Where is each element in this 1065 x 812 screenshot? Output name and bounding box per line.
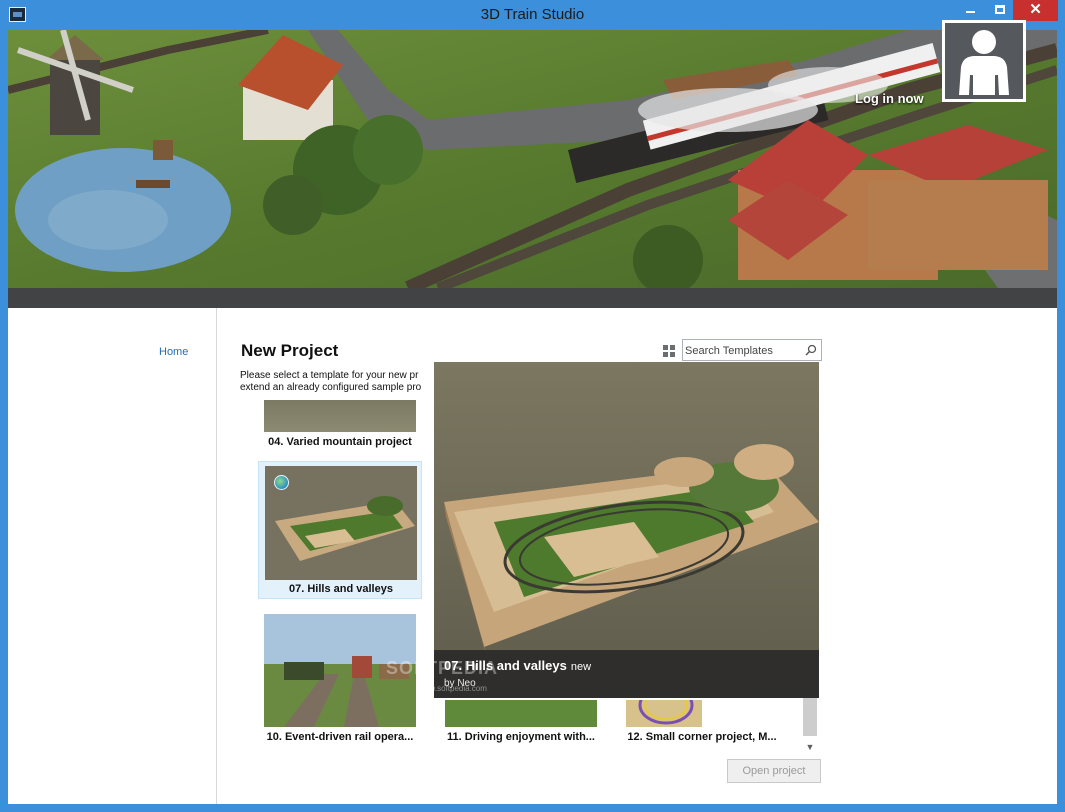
page-description: Please select a template for your new pr…	[240, 370, 440, 394]
template-label: 07. Hills and valleys	[289, 583, 393, 595]
template-label: 11. Driving enjoyment with...	[447, 731, 595, 743]
title-bar[interactable]: 3D Train Studio ✕	[0, 0, 1065, 30]
login-avatar-button[interactable]	[942, 20, 1026, 102]
search-icon[interactable]	[805, 344, 817, 356]
globe-icon	[274, 475, 289, 490]
template-thumbnail	[626, 700, 702, 727]
nav-home-link[interactable]: Home	[159, 346, 188, 358]
description-line-1: Please select a template for your new pr	[240, 370, 419, 381]
new-badge: new	[570, 661, 592, 673]
landscape-illustration	[8, 30, 1057, 288]
watermark: SOFTPEDIA	[386, 658, 499, 678]
user-icon	[959, 30, 1009, 95]
template-list-scrollbar[interactable]: ▼	[802, 698, 818, 758]
template-card-selected[interactable]: 07. Hills and valleys	[258, 461, 422, 599]
preview-image	[434, 362, 819, 698]
template-preview-popup: 07. Hills and valleys new by Neo	[434, 362, 819, 698]
main-content: Home New Project Please select a templat…	[8, 308, 1057, 804]
watermark-url: www.softpedia.com	[418, 684, 487, 693]
template-card[interactable]: 04. Varied mountain project	[258, 400, 422, 452]
template-card[interactable]: 10. Event-driven rail opera...	[258, 613, 422, 747]
close-icon: ✕	[1029, 1, 1042, 18]
login-link[interactable]: Log in now	[855, 91, 924, 106]
template-thumbnail	[264, 400, 416, 432]
close-button[interactable]: ✕	[1013, 0, 1058, 21]
app-window: 3D Train Studio ✕ Log in now Home New Pr…	[0, 0, 1065, 812]
description-line-2: extend an already configured sample pro	[240, 382, 422, 393]
maximize-button[interactable]	[987, 0, 1013, 21]
template-thumbnail	[445, 700, 597, 727]
maximize-icon	[995, 5, 1005, 14]
search-box[interactable]	[682, 339, 822, 361]
open-project-button[interactable]: Open project	[727, 759, 821, 783]
page-title: New Project	[241, 341, 339, 360]
scroll-down-icon[interactable]: ▼	[802, 740, 818, 754]
banner-image	[8, 30, 1057, 288]
template-thumbnail	[265, 466, 417, 580]
search-input[interactable]	[685, 343, 801, 358]
grid-view-icon[interactable]	[663, 345, 675, 357]
template-label: 12. Small corner project, M...	[627, 731, 777, 743]
scrollbar-thumb[interactable]	[803, 698, 817, 736]
sidebar: Home	[8, 308, 217, 804]
minimize-icon	[966, 11, 975, 13]
window-title: 3D Train Studio	[480, 6, 585, 23]
template-label: 10. Event-driven rail opera...	[266, 731, 414, 743]
template-label: 04. Varied mountain project	[268, 436, 412, 448]
minimize-button[interactable]	[957, 0, 984, 21]
banner-divider	[8, 288, 1057, 308]
